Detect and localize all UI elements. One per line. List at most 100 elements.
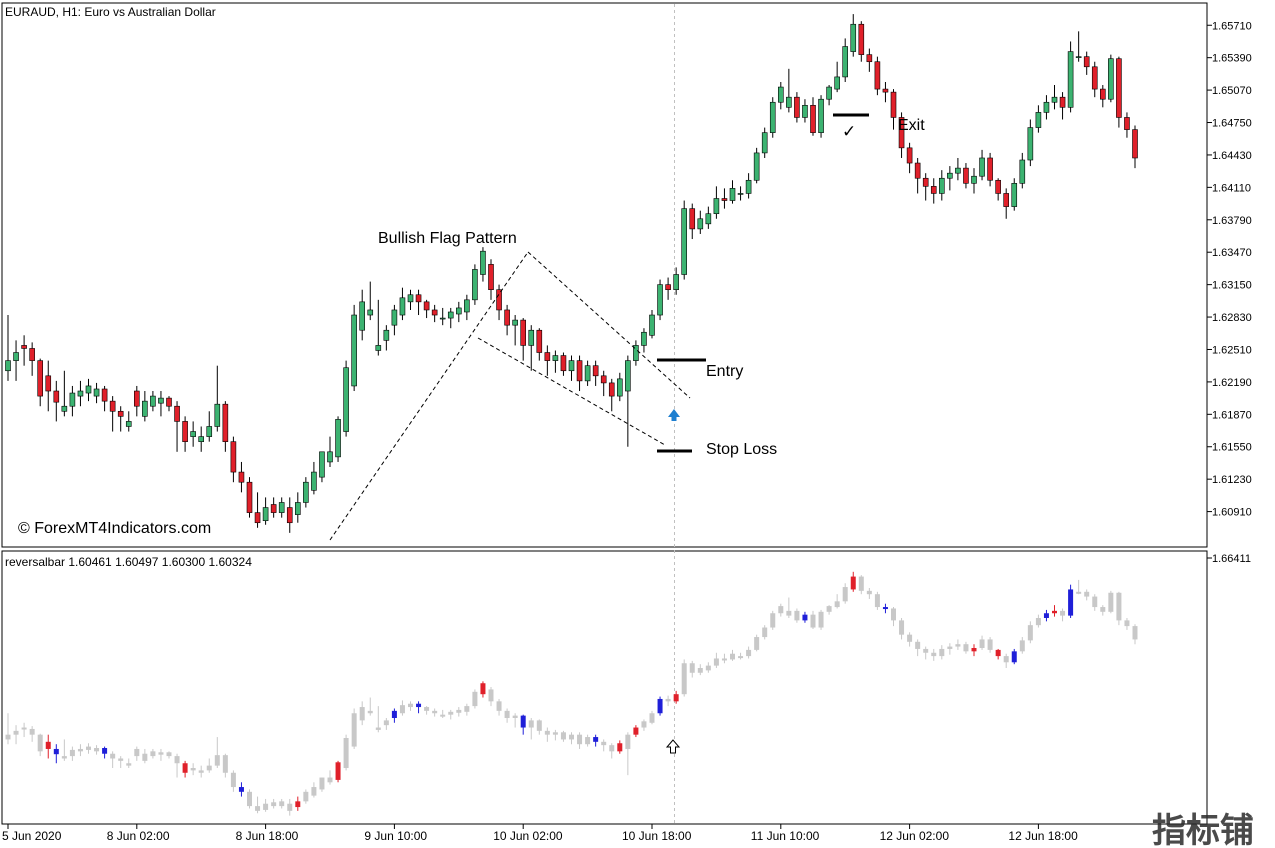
indicator-bar <box>826 606 832 612</box>
candle-body <box>721 198 728 201</box>
indicator-frame <box>1 550 1208 825</box>
mt4-chart-window: 1.65710 1.65390 1.65070 1.64750 1.64430 1.641… <box>0 0 1275 848</box>
candle-body <box>423 301 430 311</box>
indicator-bar <box>641 721 647 728</box>
indicator-bar <box>287 803 293 811</box>
chart-canvas[interactable]: 1.65710 1.65390 1.65070 1.64750 1.64430 1.641… <box>0 0 1275 848</box>
indicator-bar <box>1116 592 1122 621</box>
indicator-bar <box>536 720 542 731</box>
indicator-bar <box>480 683 486 695</box>
indicator-bar <box>214 755 220 766</box>
candle-body <box>286 507 293 524</box>
candle-body <box>616 378 623 397</box>
candle-body <box>1043 101 1050 113</box>
candle-body <box>431 309 438 316</box>
indicator-bar <box>955 644 961 647</box>
indicator-bar <box>29 728 35 735</box>
indicator-bar <box>222 755 228 773</box>
candle-body <box>391 309 398 326</box>
y-tick-label: 1.65710 <box>1212 20 1252 32</box>
candle-body <box>117 410 124 417</box>
indicator-bar <box>375 727 381 730</box>
x-tick-label: 12 Jun 02:00 <box>880 829 950 843</box>
candle-body <box>480 250 486 275</box>
corner-logo-text: 指标铺 <box>1152 812 1254 848</box>
indicator-bar <box>134 748 140 757</box>
candle-body <box>262 507 269 522</box>
candle-body <box>794 96 800 118</box>
candle-body <box>729 188 736 201</box>
y-tick-label: 1.64430 <box>1212 150 1252 162</box>
candle-body <box>439 317 446 320</box>
y-tick-label: 1.65070 <box>1212 85 1252 97</box>
indicator-bar <box>560 732 566 740</box>
candle-body <box>359 301 366 331</box>
chart-title: EURAUD, H1: Euro vs Australian Dollar <box>5 5 216 19</box>
candle-body <box>335 419 341 458</box>
candle-body <box>69 392 76 407</box>
indicator-bar <box>255 806 261 811</box>
candle-body <box>101 388 108 402</box>
indicator-bar <box>416 703 422 708</box>
candle-body <box>786 96 792 108</box>
indicator-bar <box>1076 591 1082 594</box>
indicator-bar <box>617 743 623 752</box>
indicator-bar <box>874 594 880 608</box>
indicator-bar <box>351 713 357 747</box>
candle-body <box>576 360 583 382</box>
indicator-bar <box>971 648 977 652</box>
candle-body <box>311 471 317 491</box>
indicator-bar <box>931 652 937 657</box>
indicator-bar <box>263 803 269 810</box>
candle-body <box>29 348 35 361</box>
candle-body <box>560 355 567 372</box>
indicator-bar <box>319 777 325 790</box>
indicator-bar <box>915 641 921 649</box>
candle-body <box>866 54 873 63</box>
candle-body <box>1003 193 1010 207</box>
indicator-bar <box>383 720 389 726</box>
indicator-bar <box>601 741 607 746</box>
indicator-bar <box>86 746 91 750</box>
candle-body <box>1027 127 1034 161</box>
indicator-bar <box>963 644 969 652</box>
candle-body <box>818 98 824 133</box>
indicator-bar <box>206 765 212 771</box>
candle-body <box>472 269 478 301</box>
indicator-bar <box>520 715 526 728</box>
indicator-bar <box>593 737 599 742</box>
candle-body <box>407 294 414 303</box>
candle-body <box>125 421 132 427</box>
indicator-bar <box>448 711 454 715</box>
candle-body <box>1116 58 1122 118</box>
indicator-title: reversalbar 1.60461 1.60497 1.60300 1.60… <box>5 555 252 569</box>
candle-body <box>93 388 100 397</box>
candle-body <box>109 400 116 412</box>
indicator-bar <box>21 727 27 730</box>
candle-body <box>222 403 229 442</box>
indicator-bar <box>496 701 502 711</box>
y-tick-label: 1.62190 <box>1212 377 1252 389</box>
indicator-bar <box>230 772 236 788</box>
candle-body <box>963 167 969 184</box>
indicator-bar <box>577 734 583 745</box>
indicator-bar <box>1068 589 1074 616</box>
indicator-bar <box>94 748 100 752</box>
x-tick-label: 5 Jun 2020 <box>2 829 62 843</box>
candle-body <box>938 177 945 194</box>
indicator-bar <box>158 752 164 755</box>
indicator-bar <box>399 705 405 714</box>
main-chart-frame <box>1 2 1208 548</box>
indicator-bar <box>730 653 735 660</box>
candle-body <box>246 481 253 513</box>
indicator-bar <box>359 707 365 721</box>
indicator-bar <box>5 734 11 740</box>
indicator-bar <box>190 768 196 771</box>
y-tick-label: 1.65390 <box>1212 53 1252 65</box>
indicator-bar <box>738 656 744 659</box>
indicator-bar <box>794 610 800 621</box>
indicator-bar <box>45 741 51 749</box>
candle-body <box>375 345 382 351</box>
candle-body <box>343 367 349 432</box>
candle-body <box>536 329 543 353</box>
